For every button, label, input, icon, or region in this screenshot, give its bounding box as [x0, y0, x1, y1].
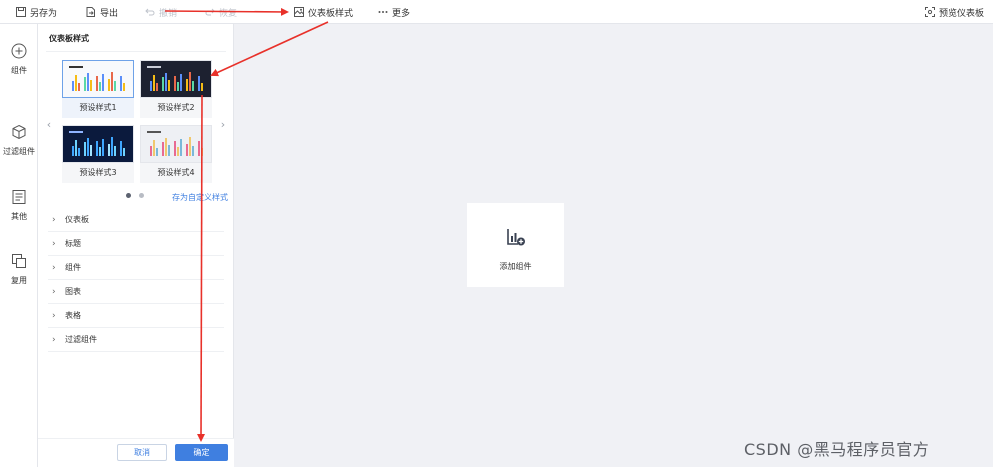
preview-dashboard-button[interactable]: 预览仪表板: [925, 0, 984, 24]
chevron-right-icon: ›: [52, 334, 56, 345]
preset-style-2[interactable]: 预设样式2: [140, 60, 212, 118]
save-custom-style-link[interactable]: 存为自定义样式: [172, 192, 228, 203]
preset-thumbnail: [140, 60, 212, 98]
preset-thumbnail: [62, 125, 134, 163]
save-as-label: 另存为: [30, 8, 58, 19]
redo-icon: [205, 7, 215, 17]
panel-title: 仪表板样式: [49, 34, 89, 43]
preview-icon: [925, 7, 935, 17]
top-toolbar: 另存为 导出 撤销 恢复 仪表板样式 更多 预览仪表板: [0, 0, 993, 24]
left-rail: [0, 24, 38, 467]
section-label: 组件: [65, 263, 81, 272]
rail-item-reuse[interactable]: 复用: [0, 253, 38, 286]
watermark: CSDN @黑马程序员官方: [744, 440, 930, 459]
add-component-card[interactable]: 添加组件: [467, 203, 564, 287]
chevron-right-icon: ›: [52, 214, 56, 225]
preset-label: 预设样式4: [140, 163, 212, 183]
section-chart[interactable]: › 图表: [48, 280, 224, 304]
section-label: 仪表板: [65, 215, 89, 224]
section-label: 过滤组件: [65, 335, 97, 344]
plus-circle-icon: [11, 43, 27, 59]
pagination-dot[interactable]: [126, 193, 131, 198]
chevron-right-icon: ›: [52, 262, 56, 273]
divider: [46, 51, 226, 52]
undo-button[interactable]: 撤销: [145, 0, 177, 24]
section-component[interactable]: › 组件: [48, 256, 224, 280]
cube-icon: [12, 124, 26, 140]
preset-style-1[interactable]: 预设样式1: [62, 60, 134, 118]
rail-item-label: 组件: [11, 66, 27, 75]
save-as-button[interactable]: 另存为: [16, 0, 57, 24]
preset-label: 预设样式2: [140, 98, 212, 118]
section-label: 表格: [65, 311, 81, 320]
preview-dashboard-label: 预览仪表板: [939, 8, 985, 19]
section-label: 图表: [65, 287, 81, 296]
preset-style-4[interactable]: 预设样式4: [140, 125, 212, 183]
chevron-right-icon: ›: [52, 310, 56, 321]
section-dashboard[interactable]: › 仪表板: [48, 208, 224, 232]
redo-button[interactable]: 恢复: [205, 0, 237, 24]
dashboard-style-button[interactable]: 仪表板样式: [294, 0, 353, 24]
preset-thumbnail: [62, 60, 134, 98]
copy-icon: [12, 254, 26, 268]
carousel-pagination: [126, 193, 144, 198]
save-icon: [16, 7, 26, 17]
redo-label: 恢复: [219, 8, 238, 19]
document-icon: [12, 190, 26, 204]
more-button[interactable]: 更多: [378, 0, 410, 24]
preset-thumbnail: [140, 125, 212, 163]
rail-item-label: 其他: [11, 212, 27, 221]
section-label: 标题: [65, 239, 81, 248]
preset-label: 预设样式1: [62, 98, 134, 118]
more-label: 更多: [392, 8, 411, 19]
rail-item-filter-components[interactable]: 过滤组件: [0, 124, 38, 157]
rail-item-components[interactable]: 组件: [0, 43, 38, 76]
carousel-prev-arrow[interactable]: ‹: [44, 117, 54, 131]
export-icon: [86, 7, 96, 17]
pagination-dot[interactable]: [139, 193, 144, 198]
rail-item-label: 复用: [11, 276, 27, 285]
rail-item-label: 过滤组件: [3, 147, 35, 156]
chevron-right-icon: ›: [52, 286, 56, 297]
preset-style-3[interactable]: 预设样式3: [62, 125, 134, 183]
style-sections: › 仪表板 › 标题 › 组件 › 图表 › 表格 › 过滤组件: [48, 208, 224, 352]
section-title[interactable]: › 标题: [48, 232, 224, 256]
section-table[interactable]: › 表格: [48, 304, 224, 328]
carousel-next-arrow[interactable]: ›: [218, 117, 228, 131]
cancel-button[interactable]: 取消: [117, 444, 167, 461]
preset-label: 预设样式3: [62, 163, 134, 183]
undo-icon: [145, 7, 155, 17]
palette-icon: [294, 7, 304, 17]
export-label: 导出: [100, 8, 119, 19]
chevron-right-icon: ›: [52, 238, 56, 249]
add-chart-icon: [506, 229, 525, 246]
section-filter-component[interactable]: › 过滤组件: [48, 328, 224, 352]
rail-item-other[interactable]: 其他: [0, 189, 38, 222]
confirm-button[interactable]: 确定: [175, 444, 228, 461]
add-component-label: 添加组件: [499, 262, 532, 271]
export-button[interactable]: 导出: [86, 0, 118, 24]
undo-label: 撤销: [159, 8, 178, 19]
dashboard-style-label: 仪表板样式: [308, 8, 354, 19]
ellipsis-icon: [378, 7, 388, 17]
